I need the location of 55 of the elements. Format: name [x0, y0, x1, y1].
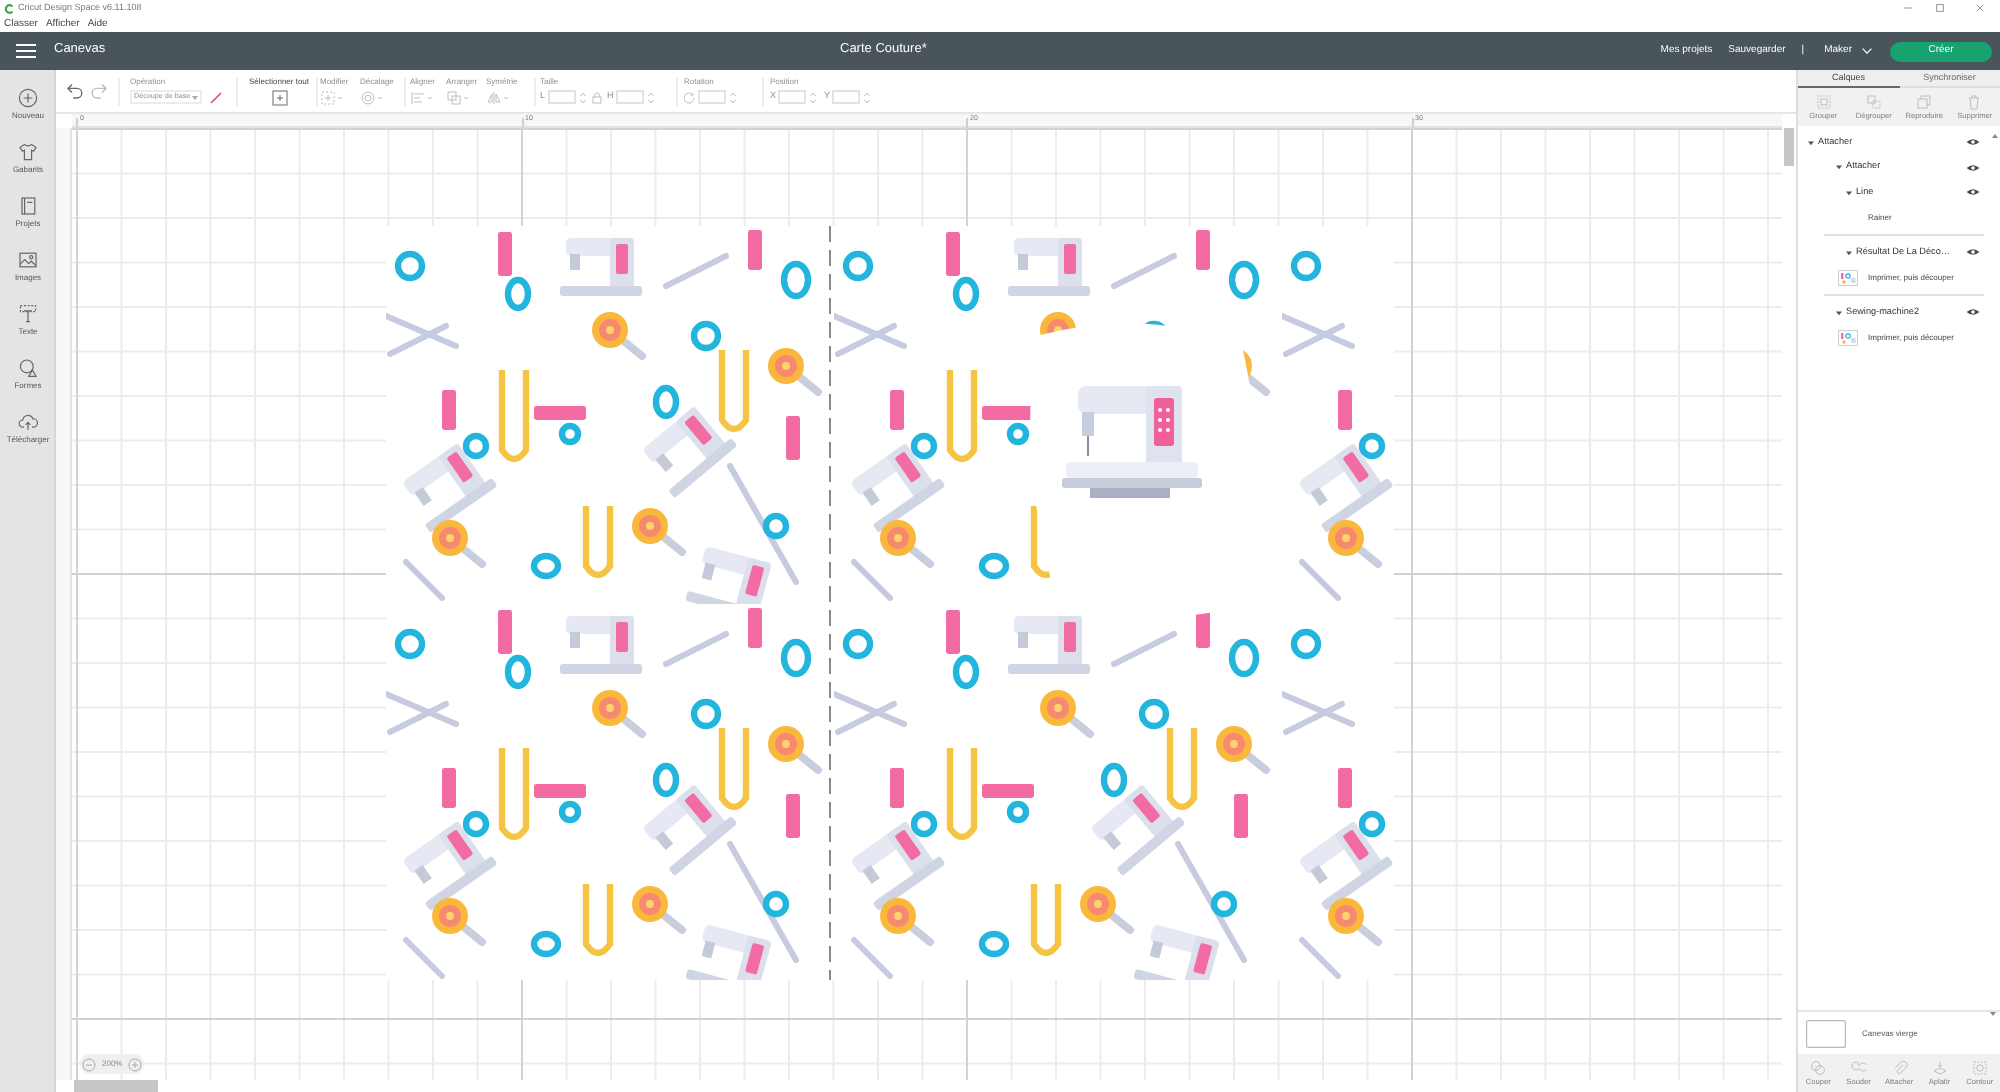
- weld-icon: [1850, 1059, 1867, 1076]
- maximize-icon[interactable]: [1936, 4, 1944, 12]
- pen-line-icon: [210, 91, 223, 103]
- zoom-in-icon[interactable]: [128, 1057, 143, 1071]
- caret-icon: [192, 95, 199, 99]
- align-icon: [410, 89, 434, 105]
- text-icon: [18, 303, 38, 323]
- expand-caret-icon[interactable]: [1846, 189, 1852, 196]
- caret-icon: [1862, 48, 1872, 54]
- rotate-icon: [684, 91, 696, 103]
- vertical-scrollbar[interactable]: [1784, 128, 1794, 166]
- stepper-icon[interactable]: [864, 91, 871, 103]
- close-icon[interactable]: [1976, 4, 1984, 12]
- paperclip-icon: [1891, 1059, 1907, 1076]
- slice-icon: [1810, 1059, 1827, 1076]
- flip-icon: [486, 89, 510, 105]
- trash-icon: [1966, 93, 1983, 110]
- minimize-icon[interactable]: [1904, 4, 1912, 12]
- undo-icon[interactable]: [66, 82, 84, 100]
- canvas-swatch-icon[interactable]: [1806, 1019, 1846, 1047]
- edit-icon: [320, 89, 344, 105]
- stepper-icon[interactable]: [810, 91, 817, 103]
- expand-caret-icon[interactable]: [1836, 309, 1842, 316]
- select-all-icon: [271, 89, 287, 105]
- image-icon: [18, 249, 38, 269]
- contour-icon: [1971, 1059, 1988, 1076]
- eye-icon[interactable]: [1966, 188, 1980, 197]
- flatten-icon: [1931, 1059, 1948, 1076]
- image-thumbnail-icon: [1838, 329, 1858, 346]
- expand-caret-icon[interactable]: [1808, 139, 1814, 146]
- horizontal-scrollbar[interactable]: [74, 1080, 158, 1092]
- eye-icon[interactable]: [1966, 248, 1980, 257]
- ungroup-icon: [1865, 93, 1882, 110]
- cloud-upload-icon: [18, 411, 38, 431]
- menu-icon[interactable]: [16, 44, 36, 58]
- shapes-icon: [18, 357, 38, 377]
- app-logo-icon: [4, 3, 14, 13]
- caret-up-icon[interactable]: [1992, 134, 1998, 138]
- expand-caret-icon[interactable]: [1846, 249, 1852, 256]
- eye-icon[interactable]: [1966, 138, 1980, 147]
- stepper-icon[interactable]: [730, 91, 736, 103]
- image-thumbnail-icon: [1838, 269, 1858, 286]
- expand-caret-icon[interactable]: [1836, 164, 1842, 171]
- t-shirt-icon: [18, 141, 38, 161]
- group-icon: [1815, 93, 1832, 110]
- zoom-out-icon[interactable]: [82, 1057, 96, 1071]
- eye-icon[interactable]: [1966, 308, 1980, 317]
- score-line[interactable]: [829, 226, 831, 980]
- eye-icon[interactable]: [1966, 163, 1980, 172]
- lock-icon[interactable]: [591, 91, 602, 103]
- duplicate-icon: [1916, 93, 1933, 110]
- plus-circle-icon: [18, 87, 38, 107]
- sewing-machine-drawing[interactable]: [1062, 386, 1202, 498]
- caret-down-icon[interactable]: [1990, 1012, 1996, 1016]
- book-icon: [18, 195, 38, 215]
